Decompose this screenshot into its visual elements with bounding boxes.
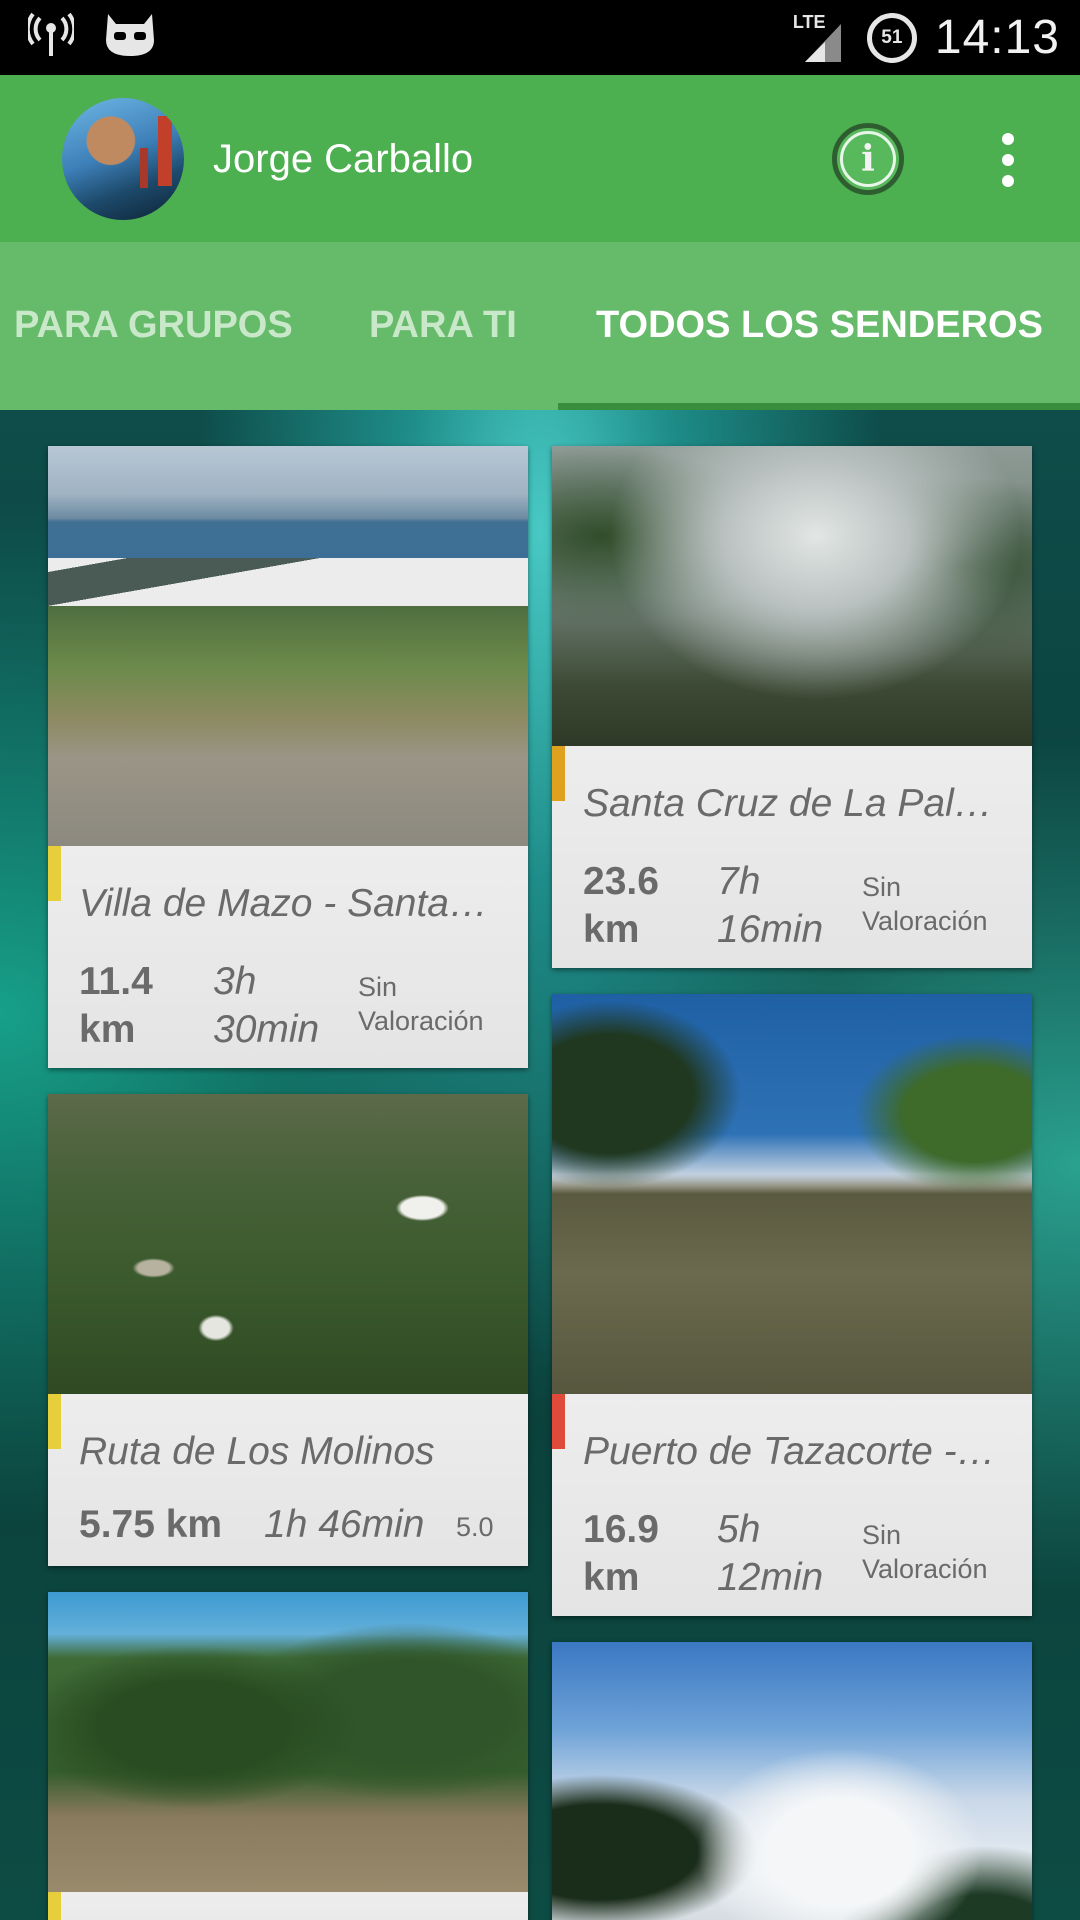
trail-card-partial-left[interactable]: [48, 1592, 528, 1920]
trail-photo: [552, 1642, 1032, 1920]
trail-duration: 7h 16min: [717, 860, 824, 951]
trail-card-puerto-de-tazacorte[interactable]: Puerto de Tazacorte -… 16.9 km 5h 12min …: [552, 994, 1032, 1616]
clock: 14:13: [934, 11, 1060, 64]
difficulty-accent: [48, 1394, 61, 1449]
trail-photo: [48, 1094, 528, 1394]
cyanogenmod-icon: [102, 10, 158, 65]
trail-rating: 5.0: [456, 1512, 494, 1542]
tab-para-ti[interactable]: PARA TI: [369, 304, 517, 347]
difficulty-accent: [552, 746, 565, 801]
trail-title: Santa Cruz de La Palm…: [583, 782, 1012, 825]
trail-card-ruta-de-los-molinos[interactable]: Ruta de Los Molinos 5.75 km 1h 46min 5.0: [48, 1094, 528, 1566]
lte-signal-icon: LTE: [793, 12, 849, 64]
trail-rating: Sin Valoración: [358, 972, 484, 1036]
trail-duration: 5h 12min: [717, 1508, 824, 1599]
info-button[interactable]: i: [832, 123, 904, 195]
trail-rating: Sin Valoración: [862, 872, 988, 936]
avatar[interactable]: [62, 98, 184, 220]
trail-distance: 5.75 km: [79, 1503, 223, 1546]
trail-title: Ruta de Los Molinos: [79, 1430, 435, 1473]
difficulty-accent: [552, 1394, 565, 1449]
tab-para-grupos[interactable]: PARA GRUPOS: [14, 304, 293, 347]
tab-indicator: [558, 403, 1080, 410]
username: Jorge Carballo: [213, 137, 474, 181]
overflow-menu-icon[interactable]: [990, 133, 1026, 187]
trail-info: Ruta de Los Molinos 5.75 km 1h 46min 5.0: [48, 1394, 528, 1566]
trail-info: Santa Cruz de La Palm… 23.6 km 7h 16min …: [552, 746, 1032, 968]
tab-todos-los-senderos[interactable]: TODOS LOS SENDEROS: [596, 304, 1043, 347]
trail-info: [48, 1892, 528, 1920]
trail-distance: 23.6 km: [583, 860, 659, 951]
trail-card-partial-right[interactable]: [552, 1642, 1032, 1920]
trail-photo: [552, 994, 1032, 1394]
trail-card-villa-de-mazo[interactable]: Villa de Mazo - Santa… 11.4 km 3h 30min …: [48, 446, 528, 1068]
status-bar: LTE 51 14:13: [0, 0, 1080, 75]
trail-distance: 16.9 km: [583, 1508, 659, 1599]
trail-rating: Sin Valoración: [862, 1520, 988, 1584]
trail-duration: 1h 46min: [264, 1503, 425, 1546]
trail-title: Villa de Mazo - Santa…: [79, 882, 488, 925]
trail-card-santa-cruz[interactable]: Santa Cruz de La Palm… 23.6 km 7h 16min …: [552, 446, 1032, 968]
trail-photo: [552, 446, 1032, 746]
app-toolbar: Jorge Carballo i: [0, 75, 1080, 242]
trail-distance: 11.4 km: [79, 960, 153, 1051]
trail-photo: [48, 1592, 528, 1892]
trail-info: Puerto de Tazacorte -… 16.9 km 5h 12min …: [552, 1394, 1032, 1616]
trail-info: Villa de Mazo - Santa… 11.4 km 3h 30min …: [48, 846, 528, 1068]
difficulty-accent: [48, 846, 61, 901]
battery-level: 51: [881, 26, 903, 48]
trail-duration: 3h 30min: [213, 960, 320, 1051]
signal-broadcast-icon: [25, 12, 77, 63]
info-icon: i: [840, 131, 896, 187]
battery-icon: 51: [866, 12, 917, 63]
trail-photo: [48, 446, 528, 846]
tab-bar: PARA GRUPOS PARA TI TODOS LOS SENDEROS: [0, 242, 1080, 410]
trail-title: Puerto de Tazacorte -…: [583, 1430, 996, 1473]
difficulty-accent: [48, 1892, 61, 1920]
